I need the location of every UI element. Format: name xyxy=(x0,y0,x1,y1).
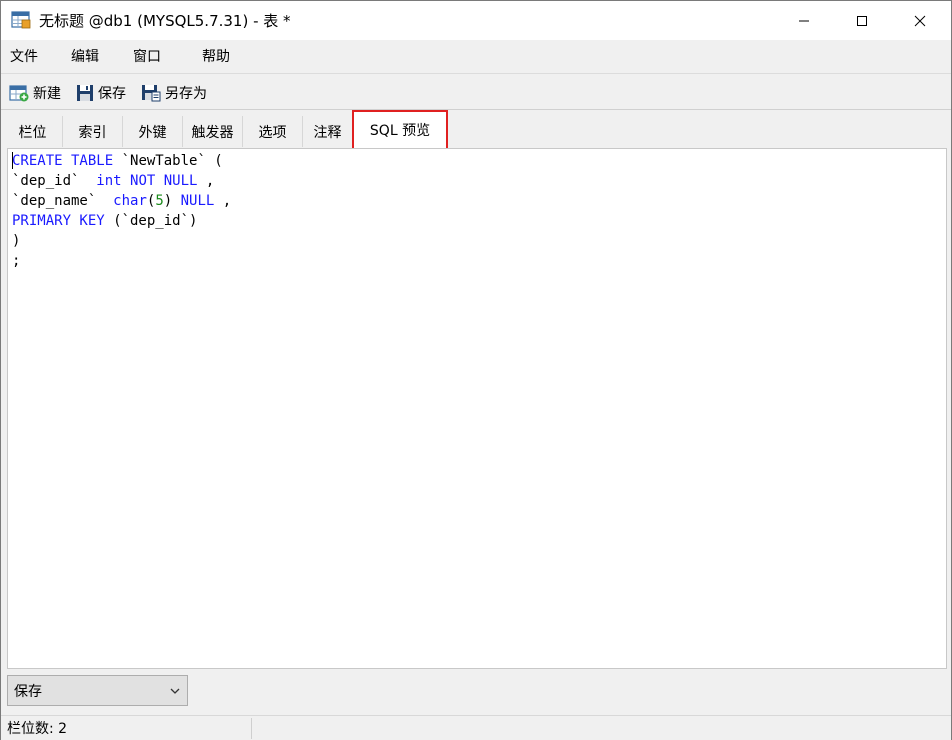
tab-comment[interactable]: 注释 xyxy=(303,116,353,147)
new-button[interactable]: 新建 xyxy=(9,82,61,104)
sql-line-6: ; xyxy=(12,253,21,269)
save-as-button-label: 另存为 xyxy=(165,86,207,102)
sql-preview-editor[interactable]: CREATE TABLE `NewTable` ( `dep_id` int N… xyxy=(7,148,947,669)
menu-edit[interactable]: 编辑 xyxy=(71,48,99,66)
tab-options[interactable]: 选项 xyxy=(243,116,303,147)
sql-line-5: ) xyxy=(12,233,21,249)
tab-fields[interactable]: 栏位 xyxy=(3,116,63,147)
maximize-icon xyxy=(857,15,867,26)
minimize-icon xyxy=(799,20,809,21)
field-count-status: 栏位数: 2 xyxy=(7,721,68,737)
chevron-down-icon xyxy=(170,688,180,694)
sql-text: , xyxy=(214,193,232,209)
tab-bar: 栏位 索引 外键 触发器 选项 注释 SQL 预览 xyxy=(1,110,951,150)
sql-text: , xyxy=(197,173,215,189)
tab-sql-preview[interactable]: SQL 预览 xyxy=(352,110,448,150)
sql-line-1: CREATE TABLE `NewTable` ( xyxy=(12,151,942,171)
new-button-label: 新建 xyxy=(33,86,61,102)
sql-text: `NewTable` ( xyxy=(113,153,223,169)
sql-line-4: PRIMARY KEY (`dep_id`) xyxy=(12,211,942,231)
table-design-window: 无标题 @db1 (MYSQL5.7.31) - 表 * 文件 编辑 窗口 帮助 xyxy=(0,0,952,740)
status-divider xyxy=(251,718,252,739)
menu-help[interactable]: 帮助 xyxy=(202,48,230,66)
text-caret xyxy=(12,152,13,169)
sql-keyword: char xyxy=(113,193,147,209)
sql-line-3: `dep_name` char(5) NULL , xyxy=(12,191,942,211)
sql-keyword: CREATE TABLE xyxy=(12,153,114,169)
tab-triggers[interactable]: 触发器 xyxy=(183,116,243,147)
tab-foreign-keys[interactable]: 外键 xyxy=(123,116,183,147)
sql-keyword: PRIMARY KEY xyxy=(12,213,105,229)
minimize-button[interactable] xyxy=(775,1,833,40)
menu-window[interactable]: 窗口 xyxy=(133,48,161,66)
toolbar: 新建 保存 另存为 xyxy=(1,75,951,110)
sql-text: (`dep_id`) xyxy=(104,213,198,229)
status-bar: 栏位数: 2 xyxy=(1,715,951,740)
tab-index[interactable]: 索引 xyxy=(63,116,123,147)
sql-number: 5 xyxy=(155,193,164,209)
save-as-icon xyxy=(142,85,161,102)
save-button[interactable]: 保存 xyxy=(76,82,126,104)
save-button-label: 保存 xyxy=(98,86,126,102)
title-bar: 无标题 @db1 (MYSQL5.7.31) - 表 * xyxy=(1,1,951,40)
sql-keyword: int NOT NULL xyxy=(96,173,198,189)
table-window-icon xyxy=(11,11,31,29)
close-button[interactable] xyxy=(891,1,949,40)
close-icon xyxy=(914,15,926,26)
maximize-button[interactable] xyxy=(833,1,891,40)
window-title: 无标题 @db1 (MYSQL5.7.31) - 表 * xyxy=(39,12,291,30)
save-dropdown-value: 保存 xyxy=(14,683,42,700)
sql-keyword: NULL xyxy=(172,193,215,209)
sql-line-2: `dep_id` int NOT NULL , xyxy=(12,171,942,191)
menu-bar: 文件 编辑 窗口 帮助 xyxy=(1,40,951,74)
save-as-button[interactable]: 另存为 xyxy=(141,82,207,104)
sql-identifier: `dep_id` xyxy=(12,173,97,189)
new-table-icon xyxy=(9,85,29,102)
menu-file[interactable]: 文件 xyxy=(10,48,38,66)
sql-text: ) xyxy=(163,193,173,209)
save-dropdown[interactable]: 保存 xyxy=(7,675,188,706)
floppy-disk-icon xyxy=(77,85,93,101)
sql-identifier: `dep_name` xyxy=(12,193,114,209)
